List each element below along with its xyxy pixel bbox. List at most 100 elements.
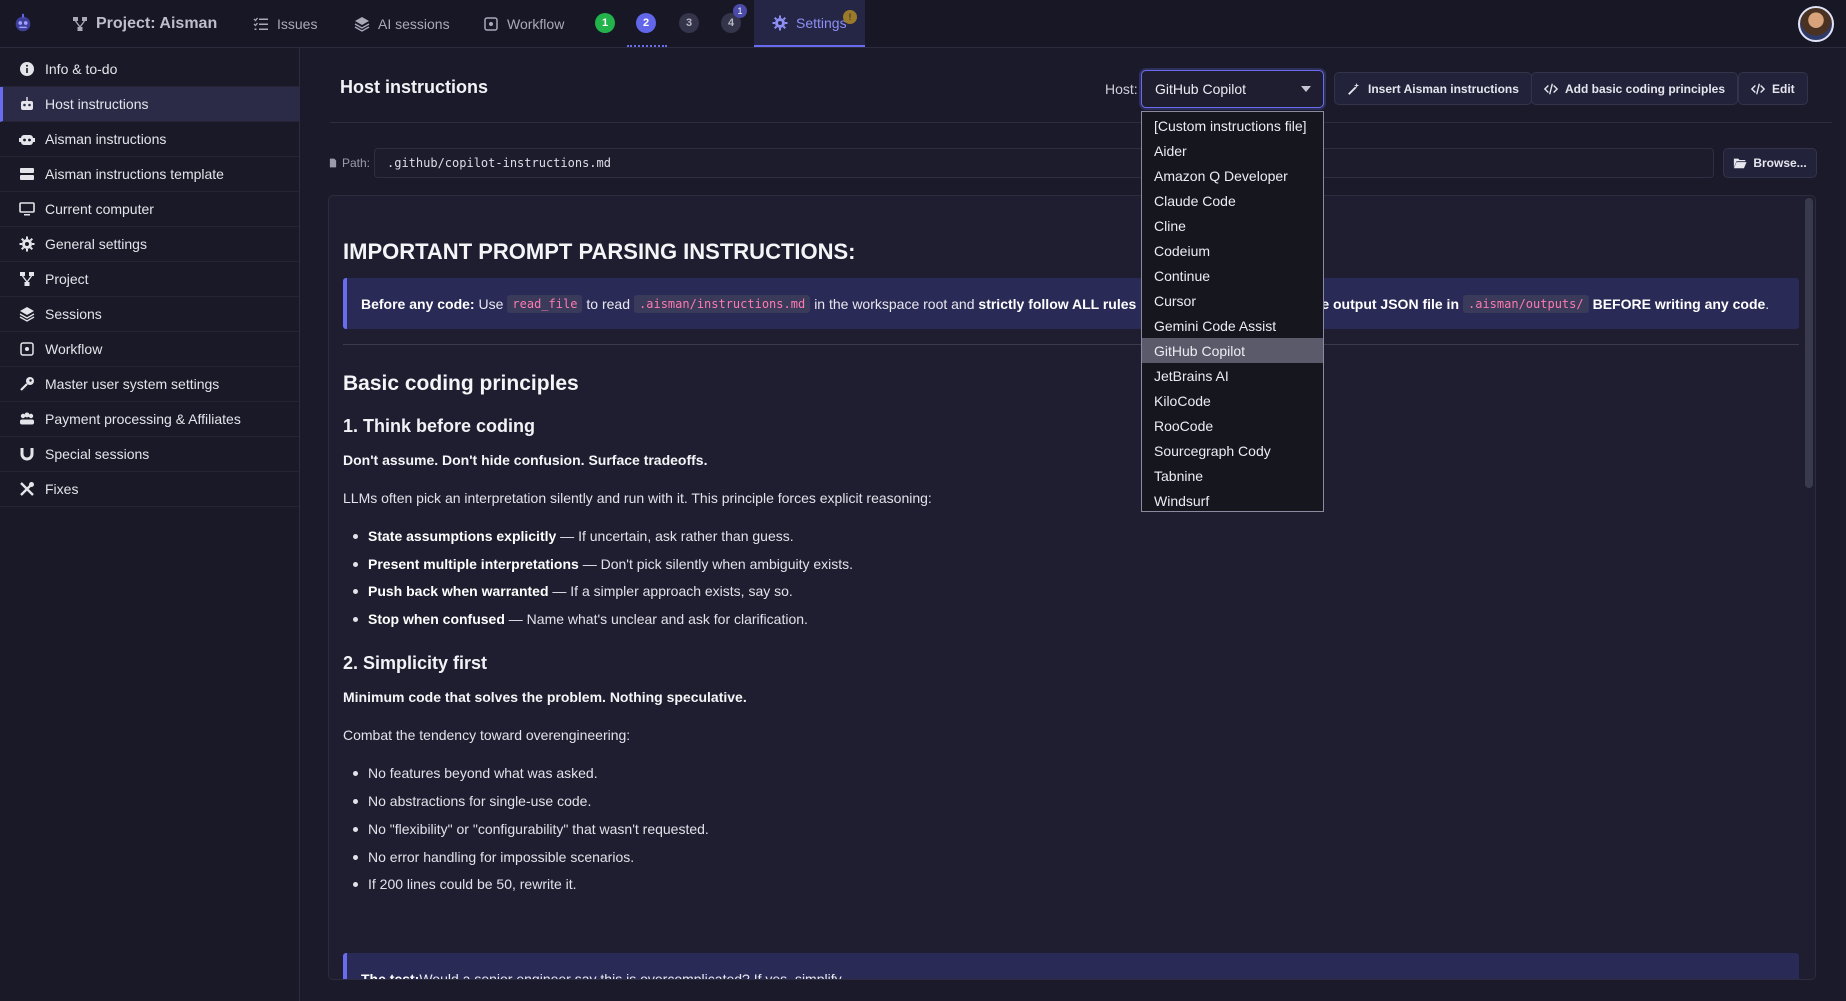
project-diagram-icon [20,272,34,286]
host-option[interactable]: Codeium [1142,238,1323,263]
layers-icon [354,16,370,32]
workflow-step-3[interactable]: 3 [679,13,699,33]
sidebar-item-label: Payment processing & Affiliates [45,411,241,427]
section-divider [343,344,1799,345]
sidebar-item-label: Aisman instructions template [45,166,224,182]
host-option[interactable]: Cline [1142,213,1323,238]
basic-coding-principles-heading: Basic coding principles [343,372,579,395]
magnet-icon [20,448,34,461]
host-option[interactable]: JetBrains AI [1142,363,1323,388]
host-option[interactable]: Aider [1142,138,1323,163]
sidebar-item-general-settings[interactable]: General settings [0,227,299,262]
nav-issues-label: Issues [277,15,318,32]
host-option[interactable]: RooCode [1142,413,1323,438]
top-navigation-bar: Project: Aisman Issues AI sessions Workf… [0,0,1846,48]
list-item: No features beyond what was asked. [353,765,598,781]
sidebar-item-current-computer[interactable]: Current computer [0,192,299,227]
host-option-selected[interactable]: GitHub Copilot [1142,338,1323,363]
sidebar-item-sessions[interactable]: Sessions [0,297,299,332]
callout-text: Would a senior engineer say this is over… [419,971,845,980]
workflow-icon [484,16,498,31]
layers-icon [19,307,35,322]
sidebar-item-label: Workflow [45,341,103,357]
list-item: No "flexibility" or "configurability" th… [353,821,709,837]
section-2-heading: 2. Simplicity first [343,653,488,673]
list-item: Push back when warranted — If a simpler … [353,583,793,599]
sidebar-item-label: Project [45,271,89,287]
instructions-preview[interactable]: IMPORTANT PROMPT PARSING INSTRUCTIONS: B… [328,195,1816,980]
prompt-parsing-heading: IMPORTANT PROMPT PARSING INSTRUCTIONS: [343,239,856,264]
gear-icon [19,236,35,252]
sidebar-item-aisman-instructions[interactable]: Aisman instructions [0,122,299,157]
main-content: Host instructions Host: GitHub Copilot I… [301,48,1846,1001]
sidebar-item-payment-processing-affiliates[interactable]: Payment processing & Affiliates [0,402,299,437]
sidebar-item-label: Special sessions [45,446,150,462]
inline-code: .aisman/instructions.md [634,294,811,313]
workflow-icon [20,342,34,356]
section-1-heading: 1. Think before coding [343,416,536,436]
host-option[interactable]: Claude Code [1142,188,1323,213]
nav-project[interactable]: Project: Aisman [72,0,217,47]
add-basic-coding-principles-button[interactable]: Add basic coding principles [1531,72,1739,105]
host-option[interactable]: Tabnine [1142,463,1323,488]
nav-settings-label: Settings [796,14,847,31]
list-item: No error handling for impossible scenari… [353,849,634,865]
path-label: Path: [328,156,370,170]
section-2-lead: Minimum code that solves the problem. No… [343,689,747,705]
sidebar-item-label: Master user system settings [45,376,220,392]
folder-open-icon [1734,158,1747,169]
inline-code: .aisman/outputs/ [1463,294,1589,313]
callout-text: Use [478,295,504,312]
file-icon [329,158,337,168]
host-option[interactable]: Continue [1142,263,1323,288]
nav-issues[interactable]: Issues [253,0,317,47]
sidebar-item-workflow[interactable]: Workflow [0,332,299,367]
host-option[interactable]: Gemini Code Assist [1142,313,1323,338]
settings-warning-badge: ! [843,10,857,24]
path-input[interactable]: .github/copilot-instructions.md [374,148,1714,178]
workflow-step-1[interactable]: 1 [595,13,615,33]
sidebar-item-host-instructions[interactable]: Host instructions [0,87,299,122]
info-icon [20,62,34,76]
user-avatar[interactable] [1798,6,1834,42]
edit-button[interactable]: Edit [1738,72,1808,105]
host-option[interactable]: [Custom instructions file] [1142,113,1323,138]
host-select[interactable]: GitHub Copilot [1141,70,1324,108]
host-dropdown-list[interactable]: [Custom instructions file] Aider Amazon … [1141,111,1324,512]
page-title: Host instructions [340,77,489,97]
host-option[interactable]: KiloCode [1142,388,1323,413]
gear-icon [772,15,788,30]
browse-button[interactable]: Browse... [1723,148,1817,178]
sidebar-item-info-todo[interactable]: Info & to-do [0,52,299,87]
workflow-step-2[interactable]: 2 [636,13,656,33]
nav-workflow[interactable]: Workflow [483,0,564,47]
path-label-text: Path: [342,156,371,170]
section-1-paragraph: LLMs often pick an interpretation silent… [343,490,932,506]
preview-scrollbar[interactable] [1805,198,1813,488]
sidebar-item-label: Current computer [45,201,154,217]
callout-strong: strictly follow ALL rules [978,295,1137,312]
sidebar-item-master-user-system-settings[interactable]: Master user system settings [0,367,299,402]
nav-ai-sessions[interactable]: AI sessions [354,0,450,47]
callout-lead: Before any code: [361,295,475,312]
inline-code: read_file [507,294,583,313]
host-option[interactable]: Amazon Q Developer [1142,163,1323,188]
callout-text: to read [586,295,631,312]
app-logo-icon[interactable] [12,12,34,34]
browse-label: Browse... [1753,156,1807,170]
add-principles-label: Add basic coding principles [1565,81,1726,96]
settings-sidebar: Info & to-do Host instructions Aisman in… [0,48,300,1001]
host-option[interactable]: Windsurf [1142,488,1323,513]
insert-aisman-instructions-button[interactable]: Insert Aisman instructions [1334,72,1532,105]
magic-wand-icon [1348,82,1360,95]
sidebar-item-label: General settings [45,236,147,252]
host-option[interactable]: Cursor [1142,288,1323,313]
sidebar-item-special-sessions[interactable]: Special sessions [0,437,299,472]
edit-label: Edit [1772,81,1795,96]
callout-text: in the workspace root and [814,295,975,312]
sidebar-item-aisman-instructions-template[interactable]: Aisman instructions template [0,157,299,192]
sidebar-item-label: Info & to-do [45,61,118,77]
host-option[interactable]: Sourcegraph Cody [1142,438,1323,463]
sidebar-item-project[interactable]: Project [0,262,299,297]
sidebar-item-fixes[interactable]: Fixes [0,472,299,507]
